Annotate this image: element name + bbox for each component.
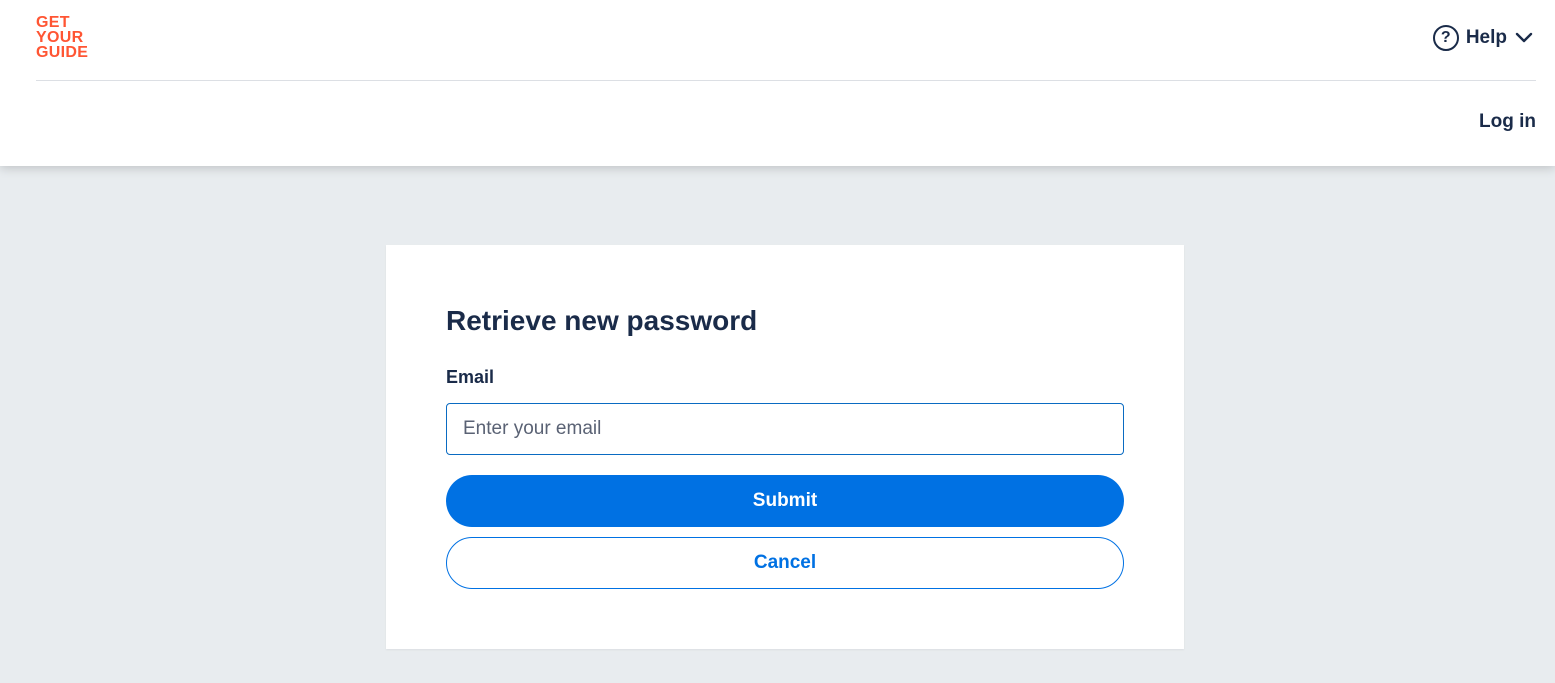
getyourguide-logo[interactable]: GET YOUR GUIDE	[36, 14, 98, 61]
header-divider	[36, 80, 1536, 81]
email-label: Email	[446, 367, 495, 387]
logo-line-get: GET	[36, 14, 70, 31]
submit-button[interactable]: Submit	[446, 475, 1124, 527]
logo-line-your: YOUR	[36, 29, 84, 46]
login-link[interactable]: Log in	[1479, 111, 1536, 133]
page-title: Retrieve new password	[446, 305, 758, 336]
chevron-down-icon	[1515, 32, 1533, 43]
email-field[interactable]	[446, 403, 1124, 455]
help-label: Help	[1465, 27, 1507, 48]
help-menu-button[interactable]: ? Help	[1432, 24, 1533, 52]
retrieve-password-card: Retrieve new password Email Submit Cance…	[386, 245, 1184, 649]
logo-line-guide: GUIDE	[36, 44, 89, 61]
question-circle-icon: ?	[1432, 25, 1459, 51]
cancel-button[interactable]: Cancel	[446, 537, 1124, 589]
site-header: GET YOUR GUIDE ? Help Log in	[0, 0, 1555, 166]
